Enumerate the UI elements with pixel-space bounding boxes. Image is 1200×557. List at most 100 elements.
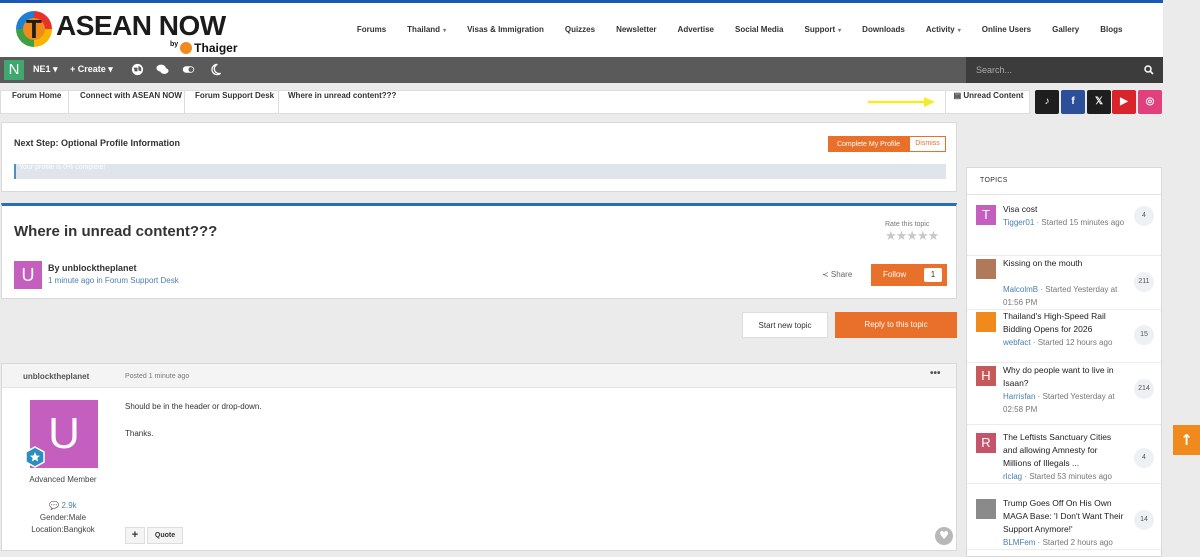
reputation-count: 💬 2.9k xyxy=(49,501,77,510)
nav-item-visas-immigration[interactable]: Visas & Immigration xyxy=(457,25,555,34)
topic-title[interactable]: The Leftists Sanctuary Cities and allowi… xyxy=(1003,431,1127,470)
instagram-icon[interactable]: ◎ xyxy=(1138,90,1162,114)
topic-author-avatar[interactable] xyxy=(976,259,996,279)
nav-item-newsletter[interactable]: Newsletter xyxy=(606,25,667,34)
user-menu[interactable]: NE1 ▾ xyxy=(33,64,58,75)
topic-title[interactable]: Trump Goes Off On His Own MAGA Base: 'I … xyxy=(1003,497,1127,536)
like-icon[interactable]: ♥ xyxy=(935,527,953,545)
logo-subtitle: by Thaiger xyxy=(170,41,238,55)
nav-item-activity[interactable]: Activity ▾ xyxy=(915,25,971,34)
member-rank: Advanced Member xyxy=(29,475,97,484)
nav-item-social-media[interactable]: Social Media xyxy=(725,25,794,34)
list-item[interactable]: T Visa cost Tigger01 · Started 15 minutes … xyxy=(967,202,1161,256)
search-input[interactable] xyxy=(966,57,1141,83)
user-avatar[interactable]: N xyxy=(4,60,24,80)
list-item[interactable]: R The Leftists Sanctuary Cities and allow… xyxy=(967,430,1161,484)
nav-item-downloads[interactable]: Downloads xyxy=(852,25,916,34)
nav-item-forums[interactable]: Forums xyxy=(346,25,396,34)
post: unblocktheplanet Posted 1 minute ago •••… xyxy=(1,363,957,551)
breadcrumb-support-desk[interactable]: Forum Support Desk xyxy=(195,91,274,113)
x-icon[interactable]: 𝕏 xyxy=(1087,90,1111,114)
unread-content-link[interactable]: ▤ Unread Content xyxy=(945,91,1031,113)
profile-step-panel: Next Step: Optional Profile Information … xyxy=(1,122,957,192)
profile-progress-bar: Your profile is 0% complete! xyxy=(14,164,946,179)
list-item[interactable]: Trump Goes Off On His Own MAGA Base: 'I … xyxy=(967,496,1161,550)
topic-starter[interactable]: webfact xyxy=(1003,338,1031,347)
list-item[interactable]: Kissing on the mouth MalcolmB · Started Y… xyxy=(967,256,1161,310)
start-new-topic-button[interactable]: Start new topic xyxy=(742,312,828,338)
messages-icon[interactable] xyxy=(156,63,169,76)
topic-author-avatar[interactable] xyxy=(976,499,996,519)
breadcrumb-connect[interactable]: Connect with ASEAN NOW xyxy=(80,91,182,113)
topic-title[interactable]: Kissing on the mouth xyxy=(1003,257,1127,270)
topic-meta: Harrisfan · Started Yesterday at 02:58 P… xyxy=(1003,392,1115,414)
topic-meta: BLMFem · Started 2 hours ago xyxy=(1003,538,1113,547)
thaiger-icon xyxy=(180,42,193,54)
topics-sidebar: TOPICS T Visa cost Tigger01 · Started 15 m… xyxy=(966,167,1162,557)
list-item[interactable]: Thailand's High-Speed Rail Bidding Opens… xyxy=(967,309,1161,363)
author-avatar[interactable]: U xyxy=(14,261,42,289)
globe-icon[interactable] xyxy=(131,63,144,76)
topic-starter[interactable]: MalcolmB xyxy=(1003,285,1038,294)
topic-author-avatar[interactable]: H xyxy=(976,366,996,386)
topic-title[interactable]: Visa cost xyxy=(1003,203,1127,216)
topic-author-avatar[interactable] xyxy=(976,312,996,332)
topic-author[interactable]: By unblocktheplanet xyxy=(48,263,137,273)
topic-starter[interactable]: rlclag xyxy=(1003,472,1022,481)
nav-item-blogs[interactable]: Blogs xyxy=(1090,25,1133,34)
list-item[interactable]: H Why do people want to live in Isaan? Har… xyxy=(967,363,1161,425)
search-icon[interactable] xyxy=(1144,65,1154,75)
reply-count-badge: 15 xyxy=(1134,325,1154,345)
profile-step-title: Next Step: Optional Profile Information xyxy=(14,138,181,148)
topic-starter[interactable]: Harrisfan xyxy=(1003,392,1035,401)
logo-text: ASEAN NOW xyxy=(56,10,226,41)
topic-author-avatar[interactable]: T xyxy=(976,205,996,225)
profile-progress-label: Your profile is 0% complete! xyxy=(19,164,106,171)
post-body-line: Should be in the header or drop-down. xyxy=(125,402,262,411)
nav-item-quizzes[interactable]: Quizzes xyxy=(554,25,605,34)
site-header: T ASEAN NOW by Thaiger Forums Thailand ▾ Vis… xyxy=(0,0,1163,57)
nav-item-support[interactable]: Support ▾ xyxy=(794,25,852,34)
dismiss-button[interactable]: Dismiss xyxy=(909,136,946,152)
topic-starter[interactable]: Tigger01 xyxy=(1003,218,1034,227)
topic-title[interactable]: Thailand's High-Speed Rail Bidding Opens… xyxy=(1003,310,1127,336)
topic-meta[interactable]: 1 minute ago in Forum Support Desk xyxy=(48,276,179,285)
site-logo[interactable]: T ASEAN NOW by Thaiger xyxy=(16,9,246,57)
follow-button[interactable]: Follow 1 xyxy=(871,264,947,286)
facebook-icon[interactable]: f xyxy=(1061,90,1085,114)
follow-count: 1 xyxy=(924,268,942,282)
nav-item-online-users[interactable]: Online Users xyxy=(971,25,1041,34)
breadcrumb-forum-home[interactable]: Forum Home xyxy=(12,91,61,113)
topic-title[interactable]: Why do people want to live in Isaan? xyxy=(1003,364,1127,390)
nav-item-thailand[interactable]: Thailand ▾ xyxy=(397,25,457,34)
reply-count-badge: 211 xyxy=(1134,272,1154,292)
nav-item-gallery[interactable]: Gallery xyxy=(1042,25,1090,34)
rating-stars-icon[interactable]: ★★★★★ xyxy=(885,229,939,244)
share-button[interactable]: ≺ Share xyxy=(822,270,852,279)
topic-meta: MalcolmB · Started Yesterday at 01:56 PM xyxy=(1003,285,1118,307)
topic-meta: rlclag · Started 53 minutes ago xyxy=(1003,472,1112,481)
nav-item-advertise[interactable]: Advertise xyxy=(667,25,724,34)
reply-to-topic-button[interactable]: Reply to this topic xyxy=(835,312,957,338)
scroll-to-top-button[interactable]: ↑ xyxy=(1173,425,1200,455)
logo-t-icon: T xyxy=(26,14,42,44)
annotation-arrow-icon xyxy=(868,97,935,107)
post-menu-icon[interactable]: ••• xyxy=(930,368,941,379)
theme-toggle-icon[interactable] xyxy=(182,63,195,76)
page-title: Where in unread content??? xyxy=(14,223,218,240)
reply-count-badge: 214 xyxy=(1134,379,1154,399)
post-body-line: Thanks. xyxy=(125,429,154,438)
quote-button[interactable]: Quote xyxy=(147,527,183,544)
create-menu[interactable]: + Create ▾ xyxy=(70,64,113,75)
complete-profile-button[interactable]: Complete My Profile xyxy=(828,136,909,152)
post-header: unblocktheplanet Posted 1 minute ago ••• xyxy=(2,364,956,388)
post-author-name[interactable]: unblocktheplanet xyxy=(23,372,89,381)
tiktok-icon[interactable]: ♪ xyxy=(1035,90,1059,114)
moon-icon[interactable] xyxy=(209,63,222,76)
topic-author-avatar[interactable]: R xyxy=(976,433,996,453)
reply-count-badge: 4 xyxy=(1134,448,1154,468)
multiquote-button[interactable]: + xyxy=(125,527,145,544)
topic-starter[interactable]: BLMFem xyxy=(1003,538,1035,547)
youtube-icon[interactable]: ▶ xyxy=(1112,90,1136,114)
reply-count-badge: 4 xyxy=(1134,206,1154,226)
